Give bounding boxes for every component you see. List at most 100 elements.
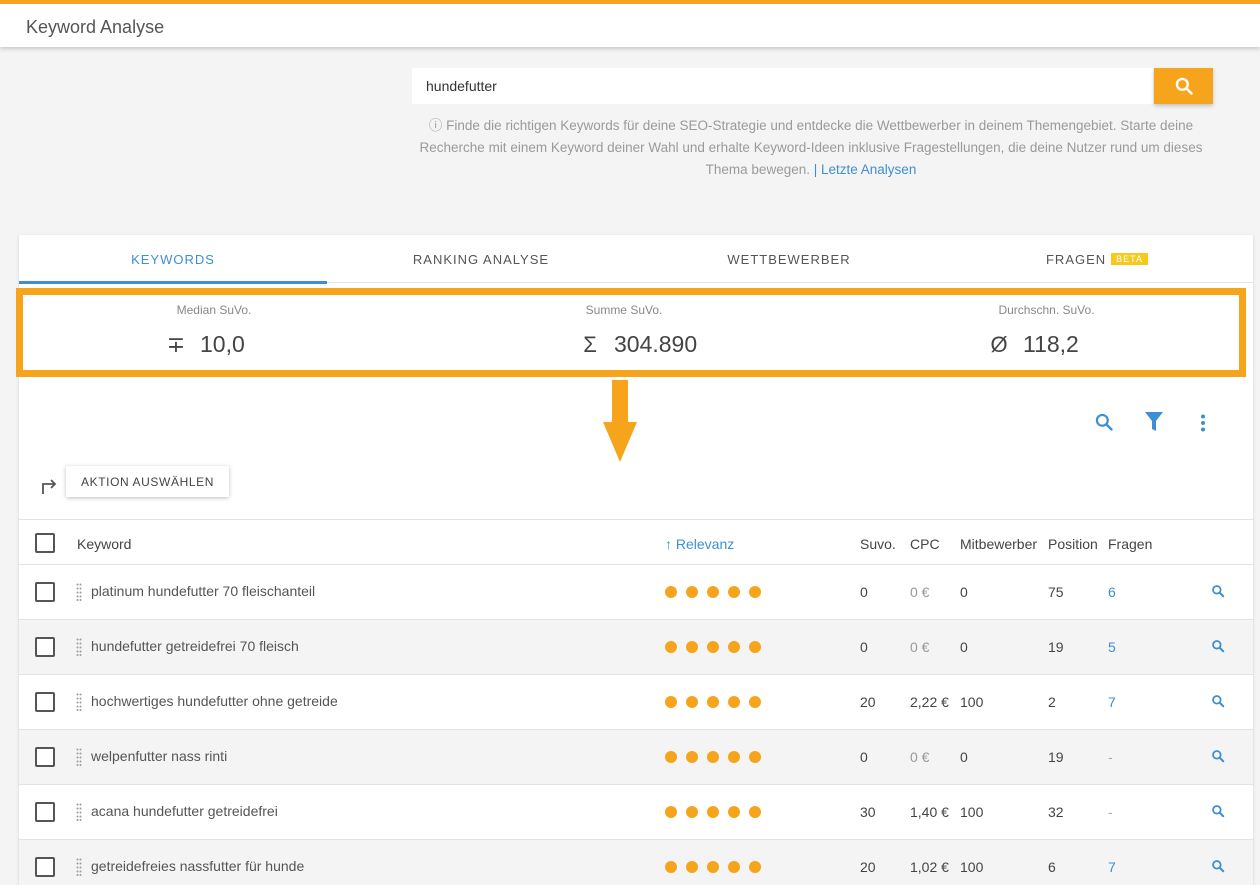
relevance-dot	[707, 641, 719, 653]
relevance-dot	[728, 861, 740, 873]
stats-panel: Median SuVo. ∓ 10,0 Summe SuVo. Σ 304.890 …	[16, 288, 1246, 377]
row-search-icon[interactable]	[1211, 749, 1225, 763]
row-checkbox[interactable]	[35, 692, 55, 712]
row-checkbox[interactable]	[35, 857, 55, 877]
search-input[interactable]	[412, 68, 1153, 104]
row-search-icon[interactable]	[1211, 859, 1225, 873]
search-hint: ⓘ Finde die richtigen Keywords für deine…	[406, 115, 1216, 181]
table-row: hochwertiges hundefutter ohne getreide 20…	[19, 675, 1253, 730]
header-position[interactable]: Position	[1048, 536, 1098, 552]
row-search-icon[interactable]	[1211, 639, 1225, 653]
relevance-dot	[749, 586, 761, 598]
tab-wettbewerber-label: WETTBEWERBER	[727, 251, 851, 267]
row-checkbox[interactable]	[35, 637, 55, 657]
select-all-checkbox[interactable]	[35, 533, 55, 553]
drag-handle-icon[interactable]	[76, 803, 82, 821]
fragen-cell[interactable]: 5	[1108, 639, 1116, 655]
table-row: acana hundefutter getreidefrei 30 1,40 € 10…	[19, 785, 1253, 840]
relevance-dot	[749, 641, 761, 653]
row-checkbox[interactable]	[35, 747, 55, 767]
table-row: platinum hundefutter 70 fleischanteil 0 0 …	[19, 565, 1253, 620]
select-action-button[interactable]: AKTION AUSWÄHLEN	[66, 466, 229, 497]
drag-handle-icon[interactable]	[76, 748, 82, 766]
tab-ranking-analyse[interactable]: RANKING ANALYSE	[327, 235, 635, 283]
cpc-cell: 0 €	[910, 639, 930, 655]
cpc-cell: 1,02 €	[910, 859, 949, 875]
mitbewerber-cell: 0	[960, 639, 968, 655]
relevance-rating	[665, 586, 761, 598]
row-search-icon[interactable]	[1211, 694, 1225, 708]
relevance-dot	[749, 696, 761, 708]
table-row: welpenfutter nass rinti 0 0 € 0 19 -	[19, 730, 1253, 785]
position-cell: 2	[1048, 694, 1056, 710]
redirect-arrow-icon	[42, 479, 57, 494]
relevance-dot	[707, 751, 719, 763]
relevance-dot	[707, 696, 719, 708]
fragen-cell[interactable]: -	[1108, 804, 1113, 820]
drag-handle-icon[interactable]	[76, 858, 82, 876]
fragen-cell[interactable]: 7	[1108, 859, 1116, 875]
header-mitbewerber[interactable]: Mitbewerber	[960, 536, 1037, 552]
row-search-icon[interactable]	[1211, 584, 1225, 598]
suvo-cell: 0	[860, 749, 868, 765]
mitbewerber-cell: 0	[960, 749, 968, 765]
cpc-cell: 2,22 €	[910, 694, 949, 710]
tab-wettbewerber[interactable]: WETTBEWERBER	[635, 235, 943, 283]
header-suvo[interactable]: Suvo.	[860, 536, 896, 552]
position-cell: 75	[1048, 584, 1064, 600]
keyword-cell[interactable]: hundefutter getreidefrei 70 fleisch	[91, 638, 299, 654]
relevance-dot	[749, 751, 761, 763]
mitbewerber-cell: 0	[960, 584, 968, 600]
relevance-dot	[728, 751, 740, 763]
stat-median: Median SuVo. ∓ 10,0	[164, 303, 464, 358]
tab-fragen[interactable]: FRAGEN BETA	[943, 235, 1251, 283]
down-arrow-annotation	[603, 380, 637, 462]
relevance-dot	[707, 806, 719, 818]
header-keyword[interactable]: Keyword	[77, 536, 131, 552]
keyword-cell[interactable]: welpenfutter nass rinti	[91, 748, 227, 764]
mitbewerber-cell: 100	[960, 859, 984, 875]
relevance-dot	[749, 861, 761, 873]
tab-keywords[interactable]: KEYWORDS	[19, 235, 327, 284]
keyword-cell[interactable]: hochwertiges hundefutter ohne getreide	[91, 693, 338, 709]
keyword-cell[interactable]: acana hundefutter getreidefrei	[91, 803, 278, 819]
row-checkbox[interactable]	[35, 802, 55, 822]
search-button[interactable]	[1154, 68, 1213, 104]
relevance-rating	[665, 806, 761, 818]
relevance-dot	[665, 751, 677, 763]
drag-handle-icon[interactable]	[76, 583, 82, 601]
position-cell: 6	[1048, 859, 1056, 875]
plus-minus-icon: ∓	[166, 331, 186, 357]
cpc-cell: 0 €	[910, 584, 930, 600]
stat-average-value: 118,2	[1023, 331, 1079, 357]
table-header: Keyword ↑ Relevanz Suvo. CPC Mitbewerber…	[19, 519, 1253, 565]
more-vert-icon[interactable]	[1200, 414, 1206, 432]
stat-average: Durchschn. SuVo. Ø 118,2	[989, 303, 1260, 358]
tab-fragen-label: FRAGEN	[1045, 251, 1107, 267]
relevance-dot	[665, 861, 677, 873]
stat-sum-value: 304.890	[614, 331, 698, 357]
table-row: getreidefreies nassfutter für hunde 20 1,0…	[19, 840, 1253, 885]
top-bar: Keyword Analyse	[0, 0, 1260, 47]
header-relevanz[interactable]: ↑ Relevanz	[665, 536, 734, 552]
filter-icon[interactable]	[1145, 412, 1163, 432]
header-cpc[interactable]: CPC	[910, 536, 940, 552]
row-checkbox[interactable]	[35, 582, 55, 602]
suvo-cell: 20	[860, 859, 876, 875]
hint-text: ⓘ Finde die richtigen Keywords für deine…	[419, 118, 1203, 177]
keyword-cell[interactable]: getreidefreies nassfutter für hunde	[91, 858, 304, 874]
fragen-cell[interactable]: 6	[1108, 584, 1116, 600]
header-fragen[interactable]: Fragen	[1108, 536, 1152, 552]
page-title: Keyword Analyse	[26, 17, 165, 37]
drag-handle-icon[interactable]	[76, 638, 82, 656]
fragen-cell[interactable]: -	[1108, 749, 1113, 765]
fragen-cell[interactable]: 7	[1108, 694, 1116, 710]
beta-badge: BETA	[1111, 253, 1148, 265]
keyword-cell[interactable]: platinum hundefutter 70 fleischanteil	[91, 583, 315, 599]
last-analyses-link[interactable]: | Letzte Analysen	[814, 162, 917, 177]
mitbewerber-cell: 100	[960, 694, 984, 710]
drag-handle-icon[interactable]	[76, 693, 82, 711]
row-search-icon[interactable]	[1211, 804, 1225, 818]
relevance-rating	[665, 861, 761, 873]
table-search-icon[interactable]	[1094, 412, 1114, 432]
